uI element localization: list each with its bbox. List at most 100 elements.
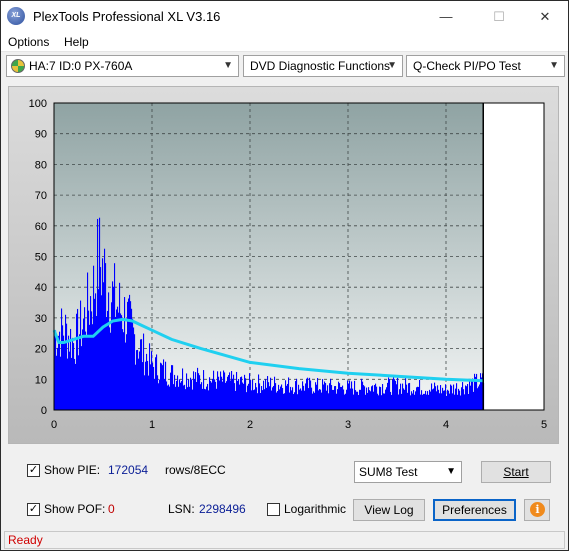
pie-bar bbox=[254, 389, 256, 410]
pie-bar bbox=[477, 388, 479, 410]
pie-bar bbox=[247, 385, 249, 410]
checkbox-checked-icon[interactable]: ✓ bbox=[27, 463, 40, 477]
pie-bar bbox=[360, 389, 362, 410]
pie-bar bbox=[260, 393, 262, 410]
pie-bar bbox=[119, 282, 121, 410]
pie-bar bbox=[325, 383, 327, 410]
pie-bar bbox=[205, 389, 207, 410]
pie-bar bbox=[99, 217, 101, 410]
pie-bar bbox=[469, 378, 471, 410]
y-tick-label: 10 bbox=[35, 374, 47, 386]
pie-bar bbox=[277, 391, 279, 410]
pie-bar bbox=[229, 372, 231, 410]
pie-bar bbox=[457, 394, 459, 410]
pie-bar bbox=[339, 383, 341, 410]
pie-bar bbox=[137, 349, 139, 410]
pie-bar bbox=[160, 362, 162, 410]
pie-bar bbox=[384, 393, 386, 410]
pie-bar bbox=[287, 383, 289, 410]
maximize-button[interactable]: ☐ bbox=[476, 1, 522, 32]
drive-select[interactable]: HA:7 ID:0 PX-760A ▼ bbox=[6, 55, 239, 77]
pie-bar bbox=[207, 383, 209, 410]
pie-bar bbox=[105, 263, 107, 410]
function-select[interactable]: DVD Diagnostic Functions ▼ bbox=[243, 55, 403, 77]
pie-bar bbox=[185, 389, 187, 410]
show-pie-checkbox[interactable]: ✓ Show PIE: bbox=[27, 463, 100, 477]
view-log-button[interactable]: View Log bbox=[353, 499, 425, 521]
pie-bar bbox=[341, 386, 343, 410]
pie-bar bbox=[75, 363, 77, 410]
pie-bar bbox=[191, 379, 193, 410]
pie-bar bbox=[60, 356, 62, 410]
pie-bar bbox=[67, 358, 69, 410]
show-pof-checkbox[interactable]: ✓ Show POF: bbox=[27, 502, 105, 516]
pie-bar bbox=[95, 293, 97, 410]
pie-bar bbox=[283, 393, 285, 410]
pie-bar bbox=[177, 375, 179, 410]
pie-bar bbox=[157, 375, 159, 410]
pie-bar bbox=[268, 382, 270, 410]
pie-bar bbox=[398, 394, 400, 410]
x-tick-label: 2 bbox=[247, 419, 253, 431]
pie-bar bbox=[317, 377, 319, 410]
checkbox-unchecked-icon[interactable] bbox=[267, 502, 280, 516]
info-button[interactable]: i bbox=[524, 499, 550, 521]
menu-options[interactable]: Options bbox=[8, 35, 49, 49]
start-button[interactable]: Start bbox=[481, 461, 551, 483]
pie-bar bbox=[78, 355, 80, 410]
pie-bar bbox=[97, 218, 99, 410]
pie-bar bbox=[156, 354, 158, 410]
menu-help[interactable]: Help bbox=[64, 35, 89, 49]
checkbox-checked-icon[interactable]: ✓ bbox=[27, 502, 40, 516]
pie-bar bbox=[370, 391, 372, 410]
pie-bar bbox=[293, 394, 295, 410]
pie-bar bbox=[235, 390, 237, 410]
pie-bar bbox=[264, 389, 266, 410]
pie-bar bbox=[300, 388, 302, 410]
pie-bar bbox=[406, 384, 408, 410]
pie-bar bbox=[434, 382, 436, 410]
sum8-test-select[interactable]: SUM8 Test ▼ bbox=[354, 461, 462, 483]
pie-bar bbox=[138, 358, 140, 410]
pie-bar bbox=[433, 388, 435, 410]
pie-bar bbox=[210, 381, 212, 410]
preferences-button[interactable]: Preferences bbox=[433, 499, 516, 521]
pie-bar bbox=[108, 292, 110, 410]
pie-bar bbox=[349, 380, 351, 410]
logarithmic-checkbox[interactable]: Logarithmic bbox=[267, 502, 346, 516]
pie-bar bbox=[394, 379, 396, 410]
pie-bar bbox=[203, 370, 205, 410]
pie-bar bbox=[196, 382, 198, 410]
test-select[interactable]: Q-Check PI/PO Test ▼ bbox=[406, 55, 565, 77]
pie-bar bbox=[330, 378, 332, 410]
pie-bar bbox=[372, 385, 374, 410]
close-button[interactable]: ✕ bbox=[522, 1, 568, 32]
pie-bar bbox=[299, 389, 301, 410]
pie-bar bbox=[280, 386, 282, 410]
plot-unused-area bbox=[483, 103, 544, 410]
pie-bar bbox=[456, 383, 458, 410]
x-tick-label: 4 bbox=[443, 419, 449, 431]
pie-bar bbox=[146, 353, 148, 410]
pie-bar bbox=[318, 390, 320, 410]
pie-bar bbox=[118, 312, 120, 410]
pie-bar bbox=[427, 391, 429, 410]
pie-bar bbox=[455, 388, 457, 410]
pie-bar bbox=[452, 393, 454, 410]
pie-bar bbox=[328, 393, 330, 410]
pie-bar bbox=[395, 380, 397, 410]
pie-bar bbox=[428, 394, 430, 410]
pie-bar bbox=[190, 377, 192, 410]
pie-bar bbox=[397, 377, 399, 410]
pie-bar bbox=[256, 387, 258, 410]
pie-bar bbox=[399, 389, 401, 410]
pie-bar bbox=[244, 374, 246, 410]
pie-bar bbox=[478, 386, 480, 410]
y-tick-label: 50 bbox=[35, 252, 47, 264]
pie-bar bbox=[87, 272, 89, 410]
pie-bar bbox=[467, 384, 469, 410]
pie-bar bbox=[100, 267, 102, 410]
minimize-button[interactable]: — bbox=[423, 1, 469, 32]
pie-bar bbox=[448, 390, 450, 410]
pie-bar bbox=[310, 380, 312, 410]
